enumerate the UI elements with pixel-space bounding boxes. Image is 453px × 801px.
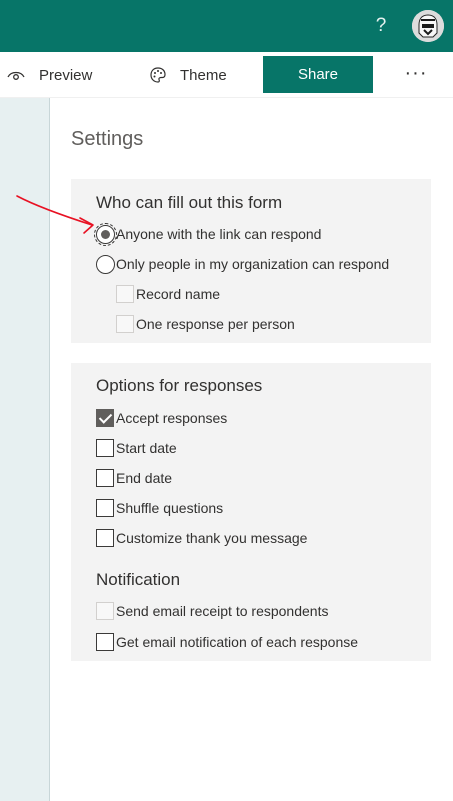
preview-label: Preview (39, 66, 93, 84)
checkbox-shuffle[interactable]: Shuffle questions (96, 498, 223, 518)
checkbox-accept-responses-box[interactable] (96, 409, 114, 427)
checkbox-email-receipt: Send email receipt to respondents (96, 601, 328, 621)
red-arrow-annotation (16, 195, 94, 234)
notification-heading: Notification (96, 570, 181, 589)
more-options-icon[interactable]: ··· (398, 62, 434, 88)
who-can-fill-heading: Who can fill out this form (96, 193, 283, 212)
checkbox-one-response-label: One response per person (136, 316, 295, 332)
top-bar: ? (0, 0, 453, 52)
checkbox-thank-you-label: Customize thank you message (116, 530, 308, 546)
checkbox-shuffle-box[interactable] (96, 499, 114, 517)
checkbox-end-date-box[interactable] (96, 469, 114, 487)
checkbox-one-response: One response per person (116, 314, 295, 334)
preview-button[interactable]: Preview (6, 52, 92, 98)
theme-label: Theme (180, 66, 227, 84)
stormtrooper-avatar-icon (412, 10, 444, 42)
radio-org-only[interactable]: Only people in my organization can respo… (96, 254, 389, 274)
share-button[interactable]: Share (263, 56, 373, 93)
radio-org-only-label: Only people in my organization can respo… (116, 256, 390, 272)
help-icon[interactable]: ? (371, 14, 391, 38)
options-heading: Options for responses (96, 376, 263, 395)
avatar[interactable] (412, 10, 444, 42)
checkbox-email-notify-label: Get email notification of each response (116, 634, 359, 650)
eye-icon (7, 71, 25, 80)
radio-org-only-control[interactable] (96, 254, 115, 274)
checkbox-start-date[interactable]: Start date (96, 438, 177, 458)
checkbox-record-name-label: Record name (136, 286, 221, 302)
command-bar: Preview Theme Share ··· (0, 52, 453, 98)
palette-icon (150, 67, 166, 83)
checkbox-email-receipt-label: Send email receipt to respondents (116, 603, 329, 619)
checkbox-start-date-label: Start date (116, 440, 177, 456)
checkbox-email-notify-box[interactable] (96, 633, 114, 651)
checkbox-email-notify[interactable]: Get email notification of each response (96, 632, 358, 652)
checkbox-accept-responses[interactable]: Accept responses (96, 408, 227, 428)
checkbox-shuffle-label: Shuffle questions (116, 500, 224, 516)
checkbox-end-date-label: End date (116, 470, 173, 486)
radio-anyone[interactable]: Anyone with the link can respond (94, 222, 322, 246)
checkbox-end-date[interactable]: End date (96, 468, 172, 488)
checkbox-record-name-box (116, 285, 134, 303)
page-title: Settings (71, 128, 144, 150)
radio-anyone-control[interactable] (94, 222, 117, 246)
checkbox-start-date-box[interactable] (96, 439, 114, 457)
checkbox-thank-you-box[interactable] (96, 529, 114, 547)
theme-button[interactable]: Theme (149, 52, 227, 98)
checkbox-email-receipt-box (96, 602, 114, 620)
checkbox-one-response-box (116, 315, 134, 333)
checkbox-record-name: Record name (116, 284, 220, 304)
checkbox-accept-responses-label: Accept responses (116, 410, 228, 426)
radio-anyone-label: Anyone with the link can respond (116, 226, 322, 242)
checkbox-thank-you[interactable]: Customize thank you message (96, 528, 307, 548)
